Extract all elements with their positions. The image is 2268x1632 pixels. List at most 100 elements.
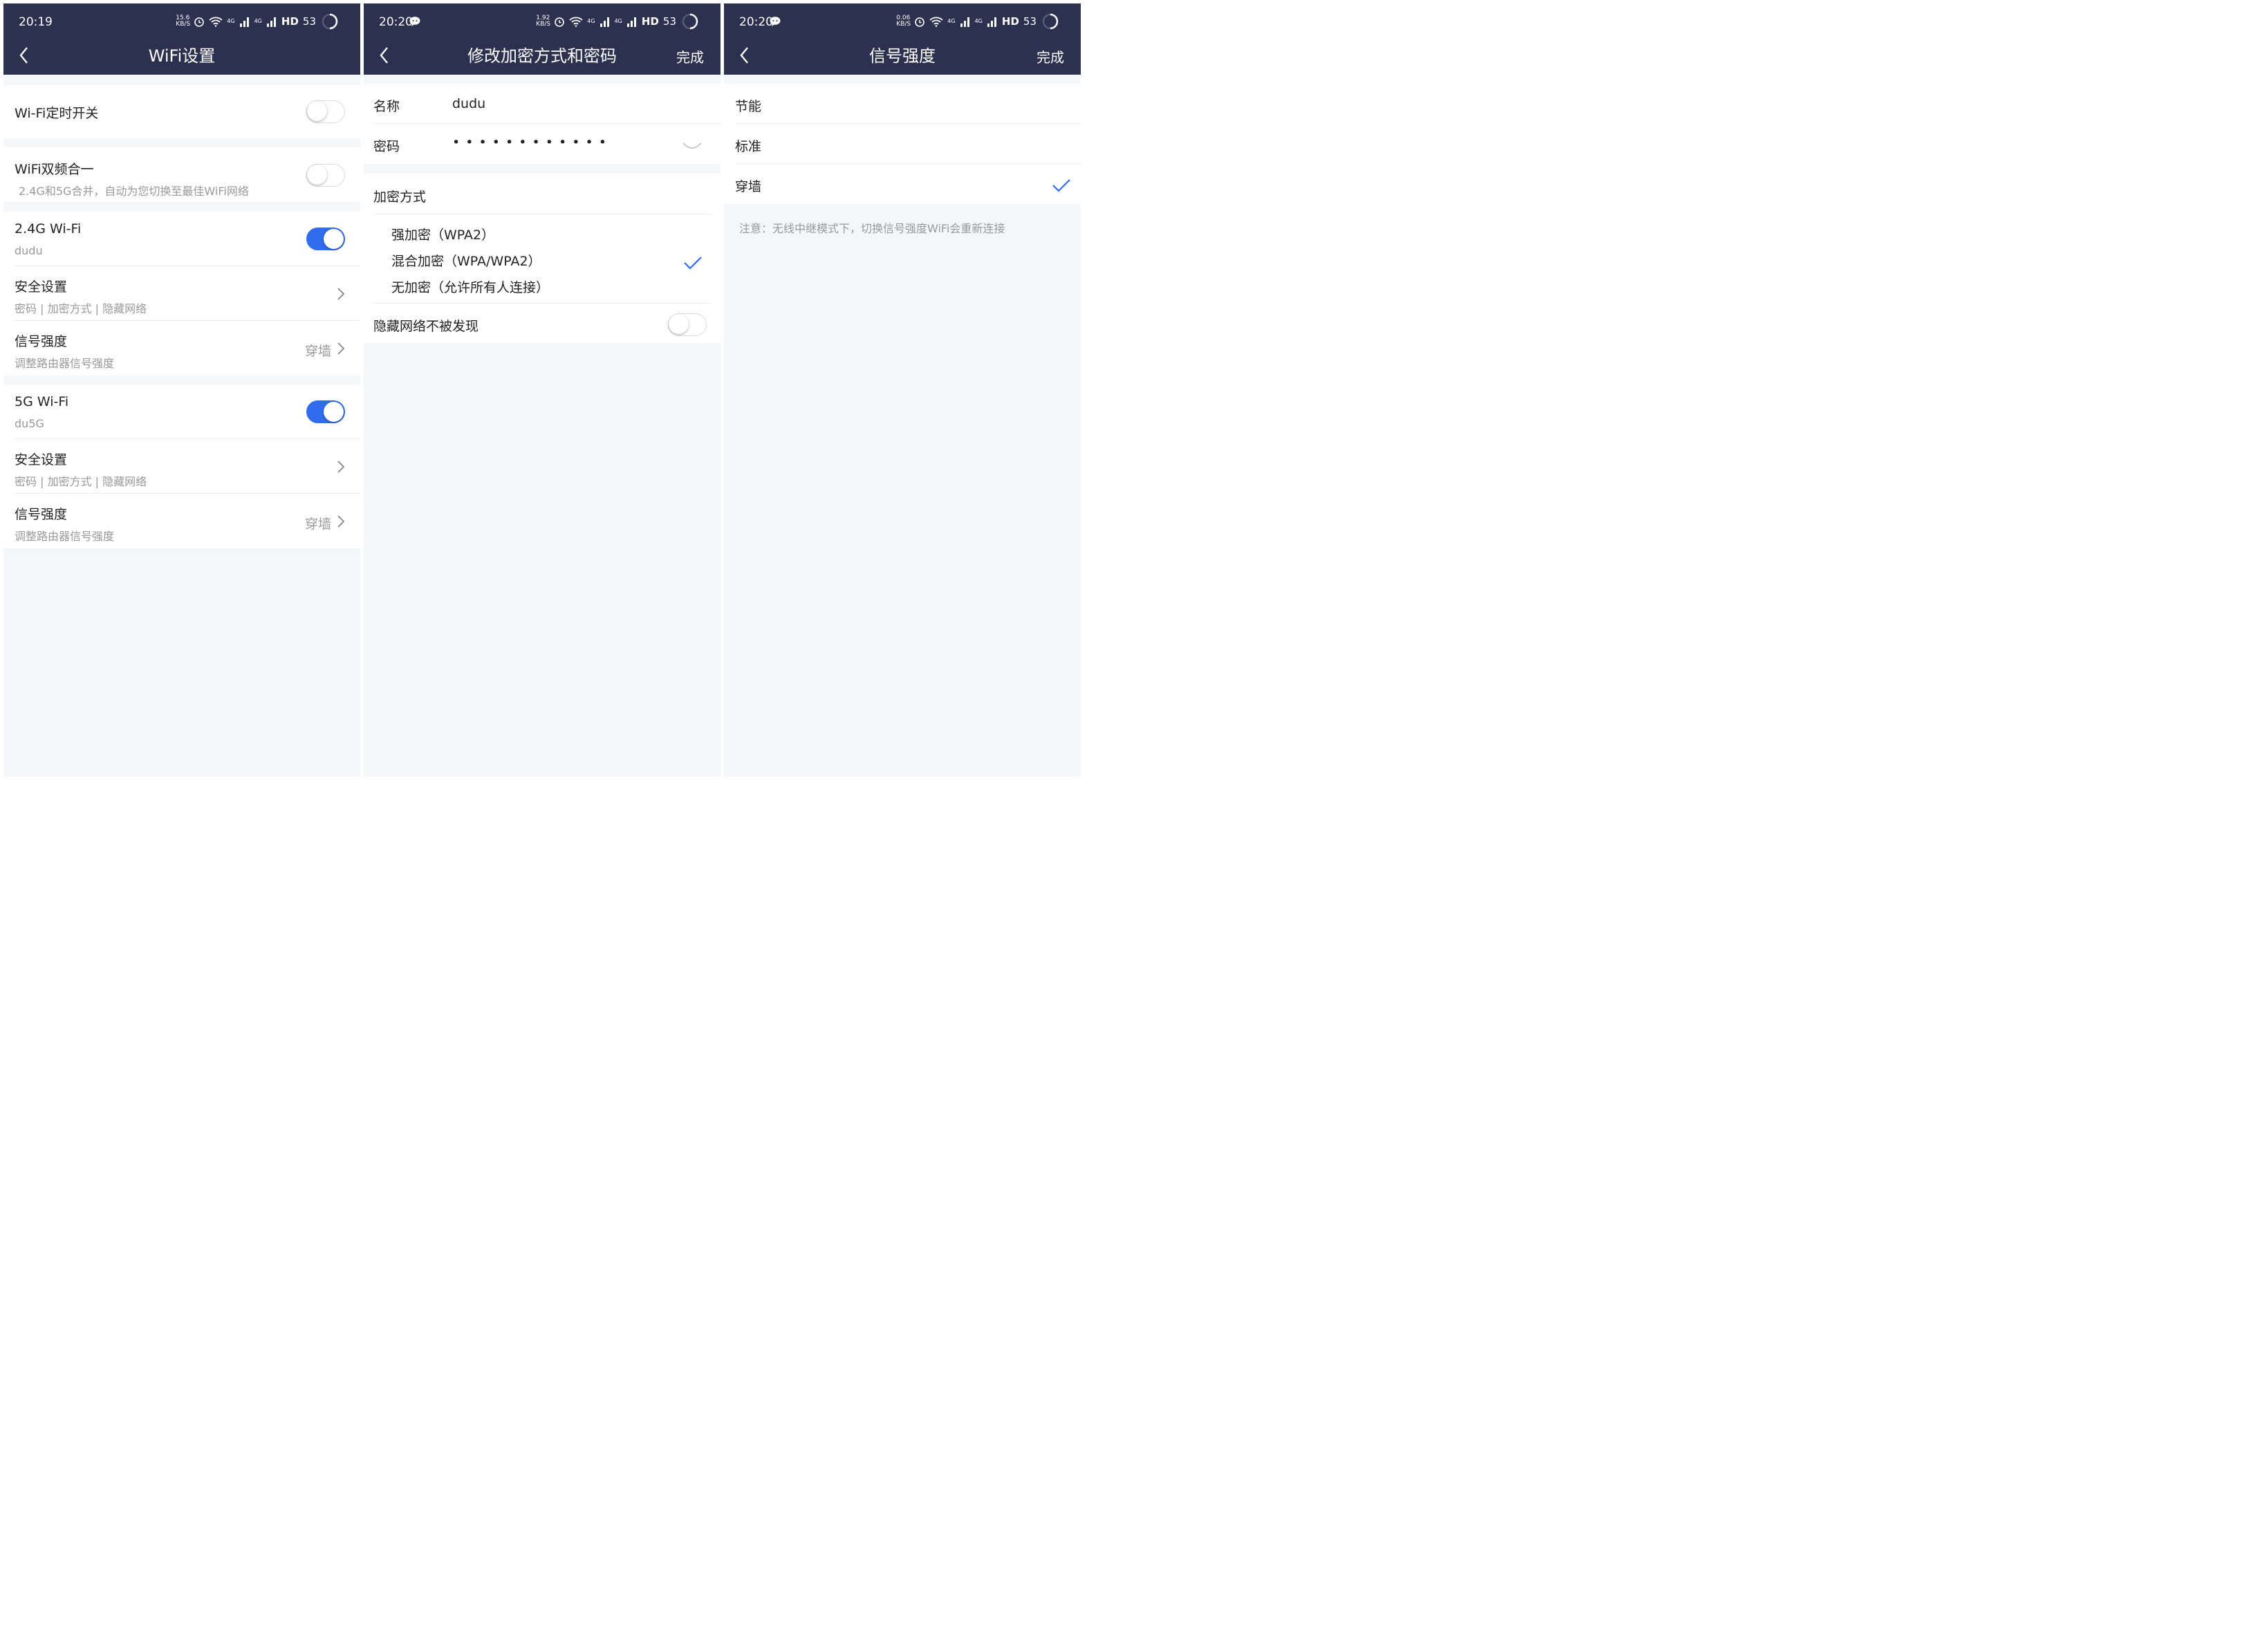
page-title: WiFi设置 [148, 46, 216, 66]
battery-level: 53 [662, 15, 676, 28]
dual-band-toggle[interactable] [306, 164, 345, 187]
net-type-2: 4G [254, 18, 262, 24]
encryption-password-screen: 20:20 1.92 KB/S 4G 4G HD 53 修改加密方式和密码 完成 … [364, 3, 721, 777]
wifi-timer-row: Wi-Fi定时开关 [3, 85, 360, 138]
name-input[interactable]: dudu [452, 96, 485, 111]
signal-icon [239, 17, 249, 27]
signal-strength-screen: 20:20 0.06 KB/S 4G 4G HD 53 信号强度 完成 节能 标准… [724, 3, 1081, 777]
done-button[interactable]: 完成 [676, 46, 704, 66]
battery-level: 53 [1023, 15, 1037, 28]
wifi-icon [209, 17, 223, 27]
row-title: 5G Wi-Fi [15, 394, 69, 409]
signal-icon [960, 17, 969, 27]
page-title: 信号强度 [869, 46, 936, 66]
wifi-24g-row: 2.4G Wi-Fi dudu [3, 212, 360, 266]
option-label: 节能 [735, 99, 762, 114]
net-type-1: 4G [587, 18, 595, 24]
chevron-right-icon [337, 515, 345, 528]
row-subtitle: 调整路由器信号强度 [15, 530, 115, 543]
signal-strength-5g-row[interactable]: 信号强度 调整路由器信号强度 穿墙 [3, 494, 360, 548]
row-title: 2.4G Wi-Fi [15, 221, 82, 237]
hd-badge: HD [281, 15, 299, 28]
toggle-knob [324, 229, 344, 249]
signal-strength-value: 穿墙 [305, 517, 332, 532]
message-icon [770, 17, 781, 26]
row-title: 信号强度 [15, 334, 68, 349]
signal-option-wall-penetration[interactable]: 穿墙 [724, 164, 1081, 204]
security-settings-24g-row[interactable]: 安全设置 密码 | 加密方式 | 隐藏网络 [3, 266, 360, 321]
net-type-2: 4G [614, 18, 622, 24]
signal-option-eco[interactable]: 节能 [724, 84, 1081, 124]
password-input[interactable]: • • • • • • • • • • • • [452, 135, 607, 150]
hide-network-toggle[interactable] [668, 313, 707, 336]
toggle-knob [669, 314, 689, 334]
encryption-option-wpa-wpa2[interactable]: 混合加密（WPA/WPA2） [391, 251, 541, 270]
net-type-1: 4G [227, 18, 235, 24]
encryption-option-wpa2[interactable]: 强加密（WPA2） [391, 225, 494, 243]
battery-level: 53 [302, 15, 316, 28]
net-type-1: 4G [947, 18, 956, 24]
signal-icon [599, 17, 609, 27]
option-label: 穿墙 [735, 179, 762, 194]
ssid-label: dudu [15, 244, 43, 257]
security-settings-5g-row[interactable]: 安全设置 密码 | 加密方式 | 隐藏网络 [3, 439, 360, 494]
hide-network-label: 隐藏网络不被发现 [373, 319, 479, 334]
alarm-icon [915, 17, 925, 27]
relay-mode-note: 注意：无线中继模式下，切换信号强度WiFi会重新连接 [739, 222, 1005, 235]
encryption-header: 加密方式 [373, 189, 427, 205]
row-title: WiFi双频合一 [15, 162, 94, 177]
checkmark-icon [1052, 179, 1070, 192]
battery-ring-icon [1042, 13, 1059, 30]
net-speed: 15.6 KB/S [176, 15, 191, 28]
row-subtitle: 密码 | 加密方式 | 隐藏网络 [15, 302, 147, 315]
status-time: 20:19 [19, 15, 53, 29]
row-subtitle: 2.4G和5G合并，自动为您切换至最佳WiFi网络 [19, 185, 249, 198]
wifi-icon [569, 17, 583, 27]
status-icons: 1.92 KB/S 4G 4G HD 53 [532, 13, 698, 30]
wifi-settings-screen: 20:19 15.6 KB/S 4G 4G HD 53 WiFi设置 Wi-Fi定… [3, 3, 360, 777]
password-label: 密码 [373, 139, 400, 154]
signal-option-standard[interactable]: 标准 [724, 124, 1081, 164]
status-icons: 0.06 KB/S 4G 4G HD 53 [892, 13, 1059, 30]
row-subtitle: 调整路由器信号强度 [15, 357, 115, 370]
encryption-section: 加密方式 强加密（WPA2） 混合加密（WPA/WPA2） 无加密（允许所有人连… [364, 174, 721, 343]
password-row: 密码 • • • • • • • • • • • • [364, 124, 721, 164]
divider [373, 303, 711, 304]
signal-strength-24g-row[interactable]: 信号强度 调整路由器信号强度 穿墙 [3, 321, 360, 375]
checkmark-icon [684, 257, 702, 270]
battery-ring-icon [682, 13, 698, 30]
option-label: 标准 [735, 139, 762, 154]
hd-badge: HD [1001, 15, 1019, 28]
row-title: Wi-Fi定时开关 [15, 106, 99, 121]
wifi-timer-toggle[interactable] [306, 100, 345, 123]
message-icon [409, 17, 420, 26]
signal-icon [266, 17, 276, 27]
eye-closed-icon[interactable] [682, 140, 703, 151]
row-title: 安全设置 [15, 279, 68, 295]
signal-icon [987, 17, 996, 27]
name-label: 名称 [373, 99, 400, 114]
hd-badge: HD [641, 15, 659, 28]
ssid-label: du5G [15, 417, 44, 430]
dual-band-row: WiFi双频合一 2.4G和5G合并，自动为您切换至最佳WiFi网络 [3, 147, 360, 202]
row-title: 信号强度 [15, 507, 68, 522]
page-title: 修改加密方式和密码 [467, 46, 617, 66]
wifi-5g-toggle[interactable] [306, 400, 345, 423]
top-bar: 20:19 15.6 KB/S 4G 4G HD 53 WiFi设置 [3, 3, 360, 75]
chevron-right-icon [337, 461, 345, 473]
alarm-icon [555, 17, 565, 27]
top-bar: 20:20 1.92 KB/S 4G 4G HD 53 修改加密方式和密码 完成 [364, 3, 721, 75]
wifi-icon [929, 17, 943, 27]
encryption-option-none[interactable]: 无加密（允许所有人连接） [391, 277, 549, 296]
chevron-right-icon [337, 342, 345, 355]
status-icons: 15.6 KB/S 4G 4G HD 53 [171, 13, 338, 30]
alarm-icon [194, 17, 205, 27]
wifi-24g-toggle[interactable] [306, 228, 345, 250]
net-speed: 1.92 KB/S [536, 15, 551, 28]
name-row: 名称 dudu [364, 84, 721, 124]
done-button[interactable]: 完成 [1037, 46, 1064, 66]
net-type-2: 4G [974, 18, 983, 24]
row-subtitle: 密码 | 加密方式 | 隐藏网络 [15, 475, 147, 488]
signal-strength-value: 穿墙 [305, 344, 332, 359]
signal-icon [626, 17, 636, 27]
